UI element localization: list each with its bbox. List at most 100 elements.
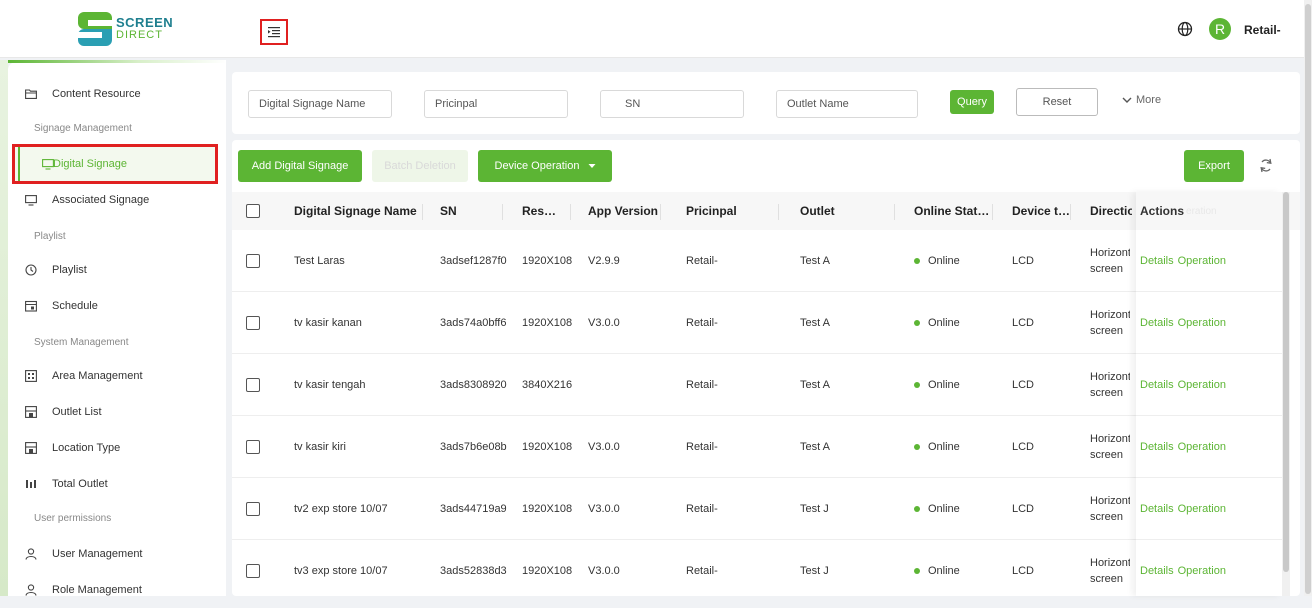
sidebar-item-role-management[interactable]: Role Management (8, 572, 226, 608)
table-row[interactable]: tv kasir kiri 3ads7b6e08b 1920X108 V3.0.… (232, 416, 1282, 478)
menu-fold-icon (268, 27, 280, 38)
cell-app-version: V2.9.9 (588, 255, 620, 267)
col-header-sn[interactable]: SN (440, 192, 457, 230)
row-checkbox[interactable] (246, 378, 260, 392)
sidebar-item-area-management[interactable]: Area Management (8, 358, 226, 394)
sidebar-item-schedule[interactable]: Schedule (8, 288, 226, 324)
cell-direction: Horizont screen (1090, 540, 1130, 602)
building-icon (24, 369, 38, 383)
screen-direct-logo[interactable]: SCREEN DIRECT (78, 8, 198, 50)
sidebar-item-outlet-list[interactable]: Outlet List (8, 394, 226, 430)
cell-online-status: Online (914, 540, 960, 602)
sidebar-item-label: Location Type (52, 442, 121, 454)
table-row[interactable]: Test Laras 3adsef1287f0 1920X108 V2.9.9 … (232, 230, 1282, 292)
sidebar-section-signage: Signage Management (34, 122, 132, 134)
sidebar-item-user-management[interactable]: User Management (8, 536, 226, 572)
page-scroll-thumb[interactable] (1305, 4, 1311, 594)
sidebar-section-user-permissions: User permissions (34, 512, 112, 524)
query-button[interactable]: Query (950, 90, 994, 114)
more-filters-toggle[interactable]: More (1122, 94, 1161, 106)
sidebar-item-associated-signage[interactable]: Associated Signage (8, 182, 226, 218)
cell-name: Test Laras (294, 255, 345, 267)
online-dot-icon (914, 382, 920, 388)
sidebar-item-label: Total Outlet (52, 478, 108, 490)
sidebar-item-total-outlet[interactable]: Total Outlet (8, 466, 226, 502)
col-header-resolution[interactable]: Res… (522, 192, 556, 230)
col-header-app-version[interactable]: App Version (588, 192, 658, 230)
details-link[interactable]: Details (1140, 565, 1174, 577)
row-checkbox[interactable] (246, 502, 260, 516)
export-button[interactable]: Export (1184, 150, 1244, 182)
cell-name: tv2 exp store 10/07 (294, 503, 388, 515)
globe-icon[interactable] (1177, 21, 1193, 37)
signage-name-input[interactable]: Digital Signage Name (248, 90, 392, 118)
cell-direction: Horizont screen (1090, 478, 1130, 540)
batch-deletion-button[interactable]: Batch Deletion (372, 150, 468, 182)
table-vertical-scrollbar[interactable] (1282, 192, 1290, 596)
col-header-principal[interactable]: Pricinpal (686, 192, 737, 230)
cell-outlet: Test J (800, 503, 829, 515)
cell-sn: 3ads74a0bff6 (440, 317, 507, 329)
row-actions: Details Operation (1136, 540, 1282, 602)
details-link[interactable]: Details (1140, 317, 1174, 329)
direction-line1: Horizont (1090, 557, 1130, 569)
page-vertical-scrollbar[interactable] (1304, 0, 1312, 596)
details-link[interactable]: Details (1140, 255, 1174, 267)
operation-link[interactable]: Operation (1178, 503, 1226, 515)
details-link[interactable]: Details (1140, 441, 1174, 453)
logo-mark-icon (78, 12, 112, 46)
sidebar-item-label: Content Resource (52, 88, 141, 100)
select-all-checkbox[interactable] (246, 204, 260, 218)
operation-link[interactable]: Operation (1178, 317, 1226, 329)
cell-name: tv kasir kiri (294, 441, 346, 453)
reset-button[interactable]: Reset (1016, 88, 1098, 116)
username[interactable]: Retail- (1244, 23, 1281, 37)
cell-direction: Horizont screen (1090, 292, 1130, 354)
add-digital-signage-button[interactable]: Add Digital Signage (238, 150, 362, 182)
details-link[interactable]: Details (1140, 503, 1174, 515)
sidebar-item-content-resource[interactable]: Content Resource (8, 76, 226, 112)
table-row[interactable]: tv3 exp store 10/07 3ads52838d3 1920X108… (232, 540, 1282, 596)
sidebar-toggle-button[interactable] (260, 19, 288, 45)
device-operation-dropdown[interactable]: Device Operation (478, 150, 612, 182)
sidebar-item-location-type[interactable]: Location Type (8, 430, 226, 466)
col-header-direction[interactable]: Directio (1090, 192, 1132, 230)
table-scroll-thumb[interactable] (1283, 192, 1289, 572)
principal-input[interactable]: Pricinpal (424, 90, 568, 118)
row-checkbox[interactable] (246, 564, 260, 578)
operation-link[interactable]: Operation (1178, 441, 1226, 453)
operation-link[interactable]: Operation (1178, 255, 1226, 267)
operation-link[interactable]: Operation (1178, 565, 1226, 577)
sidebar-item-playlist[interactable]: Playlist (8, 252, 226, 288)
col-header-online-status[interactable]: Online Stat… (914, 192, 989, 230)
table-row[interactable]: tv kasir tengah 3ads8308920 3840X216 Ret… (232, 354, 1282, 416)
sidebar-item-label: Outlet List (52, 406, 102, 418)
cell-direction: Horizont screen (1090, 230, 1130, 292)
col-header-device-type[interactable]: Device t… (1012, 192, 1070, 230)
table-row[interactable]: tv kasir kanan 3ads74a0bff6 1920X108 V3.… (232, 292, 1282, 354)
cell-sn: 3ads8308920 (440, 379, 507, 391)
cell-resolution: 1920X108 (522, 503, 573, 515)
cell-online-status: Online (914, 478, 960, 540)
operation-link[interactable]: Operation (1178, 379, 1226, 391)
row-checkbox[interactable] (246, 316, 260, 330)
sidebar-section-playlist: Playlist (34, 230, 66, 242)
online-dot-icon (914, 444, 920, 450)
outlet-name-input[interactable]: Outlet Name (776, 90, 918, 118)
cell-principal: Retail- (686, 317, 718, 329)
sidebar-item-digital-signage[interactable]: Digital Signage (12, 144, 218, 184)
more-label: More (1136, 94, 1162, 106)
monitor-icon (41, 157, 55, 171)
row-checkbox[interactable] (246, 440, 260, 454)
cell-outlet: Test A (800, 317, 830, 329)
row-checkbox[interactable] (246, 254, 260, 268)
row-actions: Details Operation (1136, 354, 1282, 416)
details-link[interactable]: Details (1140, 379, 1174, 391)
sn-input[interactable]: SN (600, 90, 744, 118)
avatar[interactable]: R (1209, 18, 1231, 40)
table-row[interactable]: tv2 exp store 10/07 3ads44719a9 1920X108… (232, 478, 1282, 540)
col-header-name[interactable]: Digital Signage Name (294, 192, 417, 230)
col-header-outlet[interactable]: Outlet (800, 192, 835, 230)
status-text: Online (928, 317, 960, 329)
refresh-icon[interactable] (1258, 156, 1274, 176)
